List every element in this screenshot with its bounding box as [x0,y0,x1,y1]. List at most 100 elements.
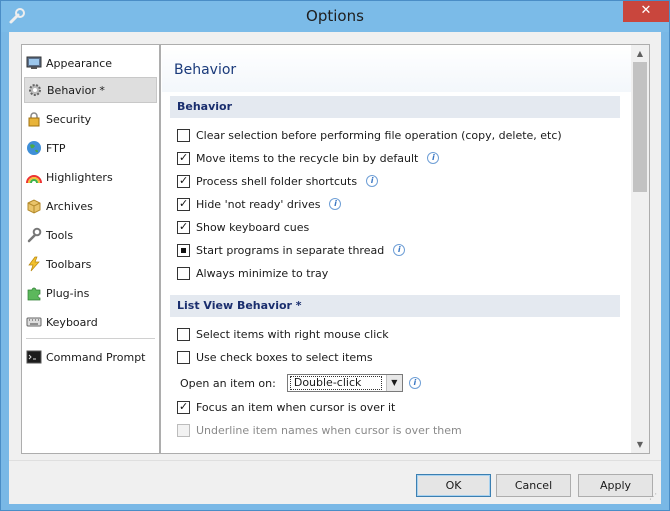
scroll-down-icon[interactable]: ▼ [631,436,649,453]
option-right-click-select[interactable]: Select items with right mouse click [177,325,389,343]
ok-button[interactable]: OK [416,474,491,497]
checkbox[interactable] [177,266,190,280]
checkbox[interactable]: ✓ [177,197,190,211]
wrench-icon [27,227,42,243]
check-mark-icon: ✓ [179,399,189,413]
info-icon[interactable]: i [329,198,342,210]
option-label: Show keyboard cues [196,220,310,234]
nav-label: Keyboard [46,315,98,329]
open-item-row: Open an item on: Double-click ▼ i [180,374,421,392]
info-icon[interactable]: i [393,244,406,256]
settings-panel: Behavior Behavior Clear selection before… [160,44,650,454]
option-label: Focus an item when cursor is over it [196,400,396,414]
check-mark-icon: ✓ [179,219,189,233]
vertical-scrollbar[interactable]: ▲ ▼ [631,45,649,453]
option-shell-shortcuts[interactable]: ✓ Process shell folder shortcuts i [177,172,379,190]
checkbox[interactable] [177,128,190,142]
box-icon [27,199,41,214]
nav-item-plugins[interactable]: Plug-ins [24,280,157,306]
open-item-dropdown[interactable]: Double-click ▼ [286,374,403,392]
option-minimize-tray[interactable]: Always minimize to tray [177,264,328,282]
dropdown-value: Double-click [289,376,382,390]
puzzle-icon [27,287,41,301]
section-header-list-view: List View Behavior * [170,295,620,317]
option-check-boxes[interactable]: Use check boxes to select items [177,348,373,366]
resize-grip-icon[interactable]: ⋰ [649,492,659,502]
option-keyboard-cues[interactable]: ✓ Show keyboard cues [177,218,309,236]
info-icon[interactable]: i [366,175,379,187]
check-mark-icon: ✓ [179,173,189,187]
lock-icon [28,112,40,127]
apply-button[interactable]: Apply [578,474,653,497]
option-label: Move items to the recycle bin by default [196,151,419,165]
indeterminate-mark-icon [181,247,186,253]
nav-item-behavior[interactable]: Behavior * [24,77,157,103]
nav-label: Appearance [46,56,113,70]
checkbox[interactable]: ✓ [177,219,190,234]
category-list: Appearance Behavior * Security FTP Highl… [21,44,160,454]
nav-item-security[interactable]: Security [24,106,157,132]
title-bar[interactable]: Options ✕ [1,1,669,32]
nav-label: Highlighters [46,170,113,184]
scroll-thumb[interactable] [633,62,647,192]
info-icon[interactable]: i [408,377,421,389]
checkbox[interactable]: ✓ [177,173,190,188]
option-label: Clear selection before performing file o… [196,128,562,142]
checkbox[interactable]: ✓ [177,150,190,165]
nav-item-tools[interactable]: Tools [24,222,157,248]
nav-label: FTP [46,141,66,155]
option-label: Process shell folder shortcuts [196,174,358,188]
options-window: Options ✕ Appearance Behavior * Security… [0,0,670,511]
option-underline-names: Underline item names when cursor is over… [177,421,462,439]
option-label: Underline item names when cursor is over… [196,423,462,437]
checkbox[interactable] [177,350,190,364]
monitor-icon [26,56,42,69]
rainbow-icon [26,175,42,184]
nav-label: Command Prompt [46,350,146,364]
keyboard-icon [26,317,42,327]
option-label: Hide 'not ready' drives [196,197,321,211]
scroll-up-icon[interactable]: ▲ [631,45,649,62]
nav-label: Tools [46,228,74,242]
section-header-behavior: Behavior [170,96,620,118]
option-hide-drives[interactable]: ✓ Hide 'not ready' drives i [177,195,342,213]
option-label: Always minimize to tray [196,266,329,280]
nav-label: Plug-ins [46,286,90,300]
info-icon[interactable]: i [427,152,440,164]
nav-label: Behavior * [47,83,105,97]
nav-label: Toolbars [46,257,92,271]
lightning-icon [28,256,40,272]
console-icon [26,350,42,364]
globe-icon [27,141,41,155]
option-label: Select items with right mouse click [196,327,389,341]
checkbox[interactable] [177,243,190,257]
checkbox [177,423,190,437]
check-mark-icon: ✓ [179,150,189,164]
close-button[interactable]: ✕ [623,1,669,22]
nav-separator [26,338,155,339]
page-title: Behavior [174,62,237,78]
checkbox[interactable] [177,327,190,341]
window-title: Options [306,7,364,25]
dialog-client: Appearance Behavior * Security FTP Highl… [9,32,661,504]
nav-item-highlighters[interactable]: Highlighters [24,164,157,190]
nav-label: Security [46,112,92,126]
checkbox[interactable]: ✓ [177,399,190,414]
option-separate-thread[interactable]: Start programs in separate thread i [177,241,406,259]
nav-item-archives[interactable]: Archives [24,193,157,219]
nav-label: Archives [46,199,93,213]
nav-item-ftp[interactable]: FTP [24,135,157,161]
nav-item-toolbars[interactable]: Toolbars [24,251,157,277]
chevron-down-icon[interactable]: ▼ [385,375,402,391]
option-focus-hover[interactable]: ✓ Focus an item when cursor is over it [177,398,395,416]
nav-item-appearance[interactable]: Appearance [24,50,157,76]
gears-icon [29,84,41,96]
nav-item-command-prompt[interactable]: Command Prompt [24,344,157,370]
cancel-button[interactable]: Cancel [496,474,571,497]
option-label: Use check boxes to select items [196,350,373,364]
nav-item-keyboard[interactable]: Keyboard [24,309,157,335]
option-label: Start programs in separate thread [196,243,385,257]
option-recycle-bin[interactable]: ✓ Move items to the recycle bin by defau… [177,149,440,167]
option-clear-selection[interactable]: Clear selection before performing file o… [177,126,562,144]
open-item-label: Open an item on: [180,376,276,390]
